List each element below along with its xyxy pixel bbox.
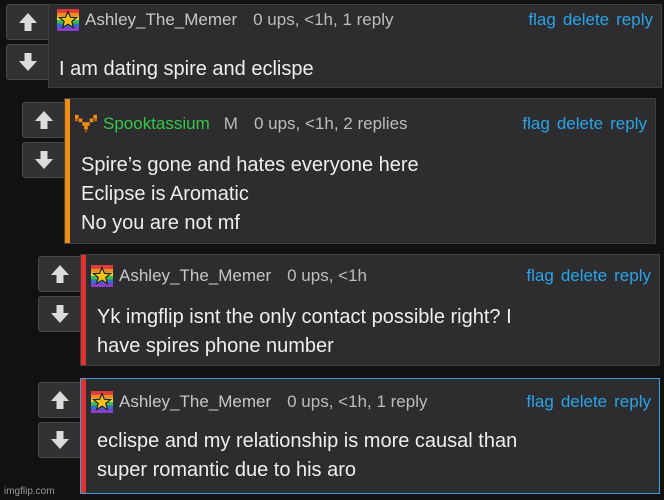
up-arrow-icon	[19, 13, 37, 31]
rainbow-star-icon[interactable]	[57, 9, 79, 31]
flag-link[interactable]: flag	[526, 266, 553, 286]
comment-text: eclispe and my relationship is more caus…	[97, 427, 647, 485]
user-gender: M	[223, 114, 238, 133]
comment-line: Spire’s gone and hates everyone here	[81, 154, 419, 176]
comment-header: Ashley_The_Memer 0 ups, <1h flag delete …	[91, 261, 651, 291]
upvote-button[interactable]	[6, 4, 50, 40]
thread-bar-red	[81, 379, 86, 493]
up-arrow-icon	[51, 391, 69, 409]
upvote-button[interactable]	[38, 382, 82, 418]
reply-link[interactable]: reply	[616, 10, 653, 30]
comment-header: Spooktassium M 0 ups, <1h, 2 replies fla…	[75, 109, 647, 139]
comment-actions: flag delete reply	[526, 392, 651, 412]
comment-card: Ashley_The_Memer 0 ups, <1h flag delete …	[80, 254, 660, 366]
up-arrow-icon	[51, 265, 69, 283]
upvote-button[interactable]	[22, 102, 66, 138]
comment-line: Yk imgflip isnt the only contact possibl…	[97, 306, 512, 328]
comment-text: Spire’s gone and hates everyone here Ecl…	[81, 151, 643, 238]
comment-line: super romantic due to his aro	[97, 459, 357, 481]
downvote-button[interactable]	[38, 296, 82, 332]
delete-link[interactable]: delete	[557, 114, 603, 134]
thread-bar-red	[81, 255, 86, 365]
comment-line: I am dating spire and eclispe	[59, 58, 314, 80]
comment-meta: 0 ups, <1h, 2 replies	[253, 114, 408, 133]
flag-link[interactable]: flag	[526, 392, 553, 412]
comment-line: No you are not mf	[81, 212, 240, 234]
orange-pixel-v-icon[interactable]	[75, 113, 97, 135]
flag-link[interactable]: flag	[528, 10, 555, 30]
comment-actions: flag delete reply	[526, 266, 651, 286]
comment-actions: flag delete reply	[528, 10, 653, 30]
reply-link[interactable]: reply	[610, 114, 647, 134]
down-arrow-icon	[19, 53, 37, 71]
delete-link[interactable]: delete	[561, 266, 607, 286]
comment-card: Spooktassium M 0 ups, <1h, 2 replies fla…	[64, 98, 656, 244]
delete-link[interactable]: delete	[561, 392, 607, 412]
rainbow-star-icon[interactable]	[91, 391, 113, 413]
reply-link[interactable]: reply	[614, 392, 651, 412]
downvote-button[interactable]	[22, 142, 66, 178]
comment-meta: 0 ups, <1h, 1 reply	[287, 392, 428, 411]
down-arrow-icon	[51, 305, 69, 323]
username-link[interactable]: Ashley_The_Memer	[119, 392, 271, 412]
comment-meta: 0 ups, <1h, 1 reply	[253, 10, 394, 29]
username-link[interactable]: Ashley_The_Memer	[85, 10, 237, 30]
comment-meta: 0 ups, <1h	[287, 266, 367, 285]
down-arrow-icon	[51, 431, 69, 449]
up-arrow-icon	[35, 111, 53, 129]
rainbow-star-icon[interactable]	[91, 265, 113, 287]
comment-line: Eclipse is Aromatic	[81, 183, 249, 205]
username-link[interactable]: Ashley_The_Memer	[119, 266, 271, 286]
comment-line: eclispe and my relationship is more caus…	[97, 430, 518, 452]
comment-header: Ashley_The_Memer 0 ups, <1h, 1 reply fla…	[57, 5, 653, 35]
thread-bar-orange	[65, 99, 70, 243]
comment-text: I am dating spire and eclispe	[59, 55, 649, 84]
downvote-button[interactable]	[38, 422, 82, 458]
comment-header: Ashley_The_Memer 0 ups, <1h, 1 reply fla…	[91, 387, 651, 417]
imgflip-watermark: imgflip.com	[4, 486, 55, 497]
down-arrow-icon	[35, 151, 53, 169]
downvote-button[interactable]	[6, 44, 50, 80]
delete-link[interactable]: delete	[563, 10, 609, 30]
username-link[interactable]: Spooktassium	[103, 114, 210, 134]
comment-card: Ashley_The_Memer 0 ups, <1h, 1 reply fla…	[48, 4, 662, 88]
reply-link[interactable]: reply	[614, 266, 651, 286]
comment-line: have spires phone number	[97, 335, 334, 357]
comment-text: Yk imgflip isnt the only contact possibl…	[97, 303, 647, 361]
upvote-button[interactable]	[38, 256, 82, 292]
flag-link[interactable]: flag	[522, 114, 549, 134]
comment-card-selected: Ashley_The_Memer 0 ups, <1h, 1 reply fla…	[80, 378, 660, 494]
comment-actions: flag delete reply	[522, 114, 647, 134]
